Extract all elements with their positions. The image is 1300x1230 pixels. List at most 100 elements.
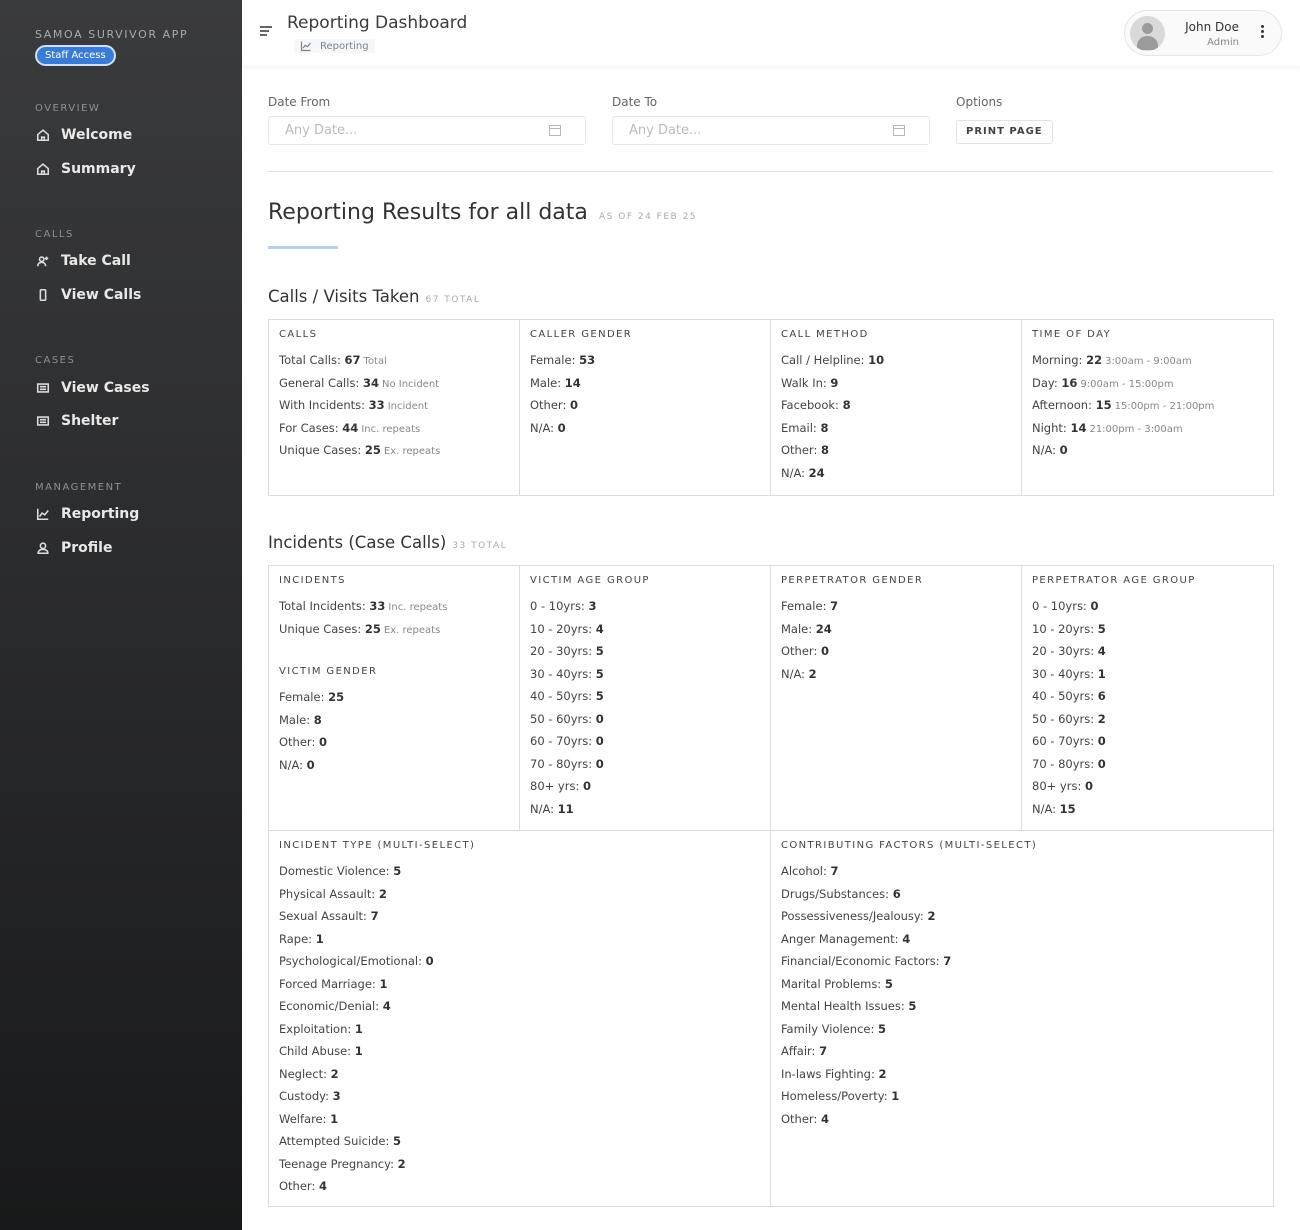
- stat-value: 33: [368, 398, 385, 412]
- stat-value: 0: [1097, 756, 1106, 771]
- sidebar-item-welcome[interactable]: Welcome: [35, 122, 132, 148]
- date-to-field[interactable]: Any Date...: [612, 116, 930, 145]
- stat-row: Financial/Economic Factors: 7: [781, 954, 1263, 977]
- stat-row: 40 - 50yrs: 5: [530, 689, 760, 712]
- stat-row: Male: 24: [781, 622, 1011, 645]
- stat-label: Female:: [279, 690, 329, 704]
- stat-row: 0 - 10yrs: 0: [1032, 599, 1263, 622]
- calendar-icon[interactable]: [549, 125, 561, 136]
- stat-label: Male:: [530, 375, 565, 390]
- column-heading: CONTRIBUTING FACTORS (MULTI-SELECT): [781, 840, 1038, 851]
- stat-row: Forced Marriage: 1: [279, 977, 760, 1000]
- sidebar-item-view-cases[interactable]: View Cases: [35, 375, 150, 401]
- call-method-column: CALL METHOD Call / Helpline: 10 Walk In: 9…: [771, 320, 1022, 495]
- sidebar-item-take-call[interactable]: Take Call: [35, 248, 131, 274]
- stat-label: Other:: [781, 644, 821, 658]
- stat-value: 6: [892, 886, 901, 901]
- breadcrumb[interactable]: Reporting: [294, 39, 375, 53]
- stat-value: 4: [595, 621, 604, 636]
- stat-value: 2: [378, 886, 387, 901]
- stat-value: 9: [830, 375, 839, 390]
- stat-row: 80+ yrs: 0: [1032, 779, 1263, 802]
- stat-row: Possessiveness/Jealousy: 2: [781, 909, 1263, 932]
- column-heading: CALL METHOD: [781, 329, 869, 340]
- stat-note: Inc. repeats: [388, 602, 448, 613]
- stat-value: 0: [425, 954, 434, 968]
- stat-value: 6: [1097, 689, 1106, 703]
- accent-bar: [268, 246, 338, 249]
- stat-row: Affair: 7: [781, 1044, 1263, 1067]
- stat-value: 22: [1086, 353, 1103, 367]
- list-icon: [35, 413, 51, 429]
- stat-note: 3:00am - 9:00am: [1105, 356, 1192, 367]
- stat-row: Rape: 1: [279, 932, 760, 955]
- stat-label: Domestic Violence:: [279, 864, 394, 878]
- more-options-icon[interactable]: [1261, 25, 1265, 41]
- stat-label: N/A:: [279, 757, 307, 772]
- stat-label: Exploitation:: [279, 1021, 355, 1036]
- stat-value: 4: [318, 1179, 327, 1193]
- sidebar-item-view-calls[interactable]: View Calls: [35, 282, 141, 308]
- stat-label: Unique Cases:: [279, 621, 365, 636]
- stat-label: Custody:: [279, 1089, 333, 1103]
- stat-row: Day: 16 9:00am - 15:00pm: [1032, 376, 1263, 399]
- calendar-icon[interactable]: [893, 125, 905, 136]
- sidebar-item-reporting[interactable]: Reporting: [35, 501, 139, 527]
- stat-note: Incident: [387, 401, 429, 412]
- sidebar-item-profile[interactable]: Profile: [35, 535, 112, 561]
- stat-row: Child Abuse: 1: [279, 1044, 760, 1067]
- stat-label: Male:: [279, 712, 314, 727]
- print-page-button[interactable]: PRINT PAGE: [956, 120, 1053, 144]
- stat-value: 15: [1095, 398, 1112, 412]
- stat-value: 3: [588, 599, 597, 613]
- sidebar-item-summary[interactable]: Summary: [35, 156, 136, 182]
- stat-note: Ex. repeats: [383, 446, 441, 457]
- stat-value: 1: [1097, 666, 1106, 681]
- incidents-section-title: Incidents (Case Calls) 33 TOTAL: [268, 533, 507, 552]
- stat-row: Facebook: 8: [781, 398, 1011, 421]
- stat-row: 20 - 30yrs: 5: [530, 644, 760, 667]
- stat-row: Alcohol: 7: [781, 864, 1263, 887]
- stat-value: 5: [1097, 621, 1106, 636]
- calls-grid: CALLS Total Calls: 67 Total General Calls: …: [268, 319, 1274, 496]
- calls-section-title: Calls / Visits Taken 67 TOTAL: [268, 287, 480, 306]
- stat-label: Drugs/Substances:: [781, 886, 893, 901]
- stat-value: 1: [379, 976, 388, 991]
- stat-row: Other: 4: [279, 1179, 760, 1202]
- stat-row: Other: 0: [781, 644, 1011, 667]
- user-role: Admin: [1207, 37, 1239, 48]
- stat-label: Physical Assault:: [279, 886, 379, 901]
- stat-row: Email: 8: [781, 421, 1011, 444]
- page-title: Reporting Dashboard: [287, 13, 468, 33]
- stat-label: Other:: [781, 443, 821, 457]
- stat-row: Other: 0: [530, 398, 760, 421]
- stat-label: Facebook:: [781, 398, 843, 412]
- stat-label: Affair:: [781, 1044, 820, 1058]
- user-menu[interactable]: John Doe Admin: [1124, 10, 1282, 56]
- stat-value: 10: [868, 353, 885, 367]
- menu-toggle-icon[interactable]: [260, 26, 272, 38]
- stat-note: 9:00am - 15:00pm: [1080, 378, 1174, 390]
- stat-row: 30 - 40yrs: 1: [1032, 667, 1263, 690]
- stat-row: Unique Cases: 25 Ex. repeats: [279, 443, 509, 466]
- stat-row: Sexual Assault: 7: [279, 909, 760, 932]
- stat-value: 2: [1097, 711, 1106, 726]
- calls-column: CALLS Total Calls: 67 Total General Calls: …: [269, 320, 520, 495]
- perpetrator-age-column: PERPETRATOR AGE GROUP 0 - 10yrs: 0 10 - 20…: [1022, 566, 1273, 830]
- contributing-factors-column: CONTRIBUTING FACTORS (MULTI-SELECT) Alcoh…: [771, 831, 1273, 1206]
- stat-row: 10 - 20yrs: 4: [530, 622, 760, 645]
- stat-value: 7: [830, 864, 839, 878]
- date-from-field[interactable]: Any Date...: [268, 116, 586, 145]
- stat-value: 53: [579, 353, 596, 367]
- column-heading: CALLER GENDER: [530, 329, 633, 340]
- sidebar-item-shelter[interactable]: Shelter: [35, 408, 118, 434]
- stat-value: 15: [1059, 801, 1076, 816]
- stat-value: 3: [332, 1089, 341, 1103]
- stat-label: 50 - 60yrs:: [530, 711, 596, 726]
- time-of-day-column: TIME OF DAY Morning: 22 3:00am - 9:00am Day…: [1022, 320, 1273, 495]
- stat-label: Mental Health Issues:: [781, 999, 909, 1013]
- stat-value: 5: [595, 666, 604, 681]
- stat-row: Marital Problems: 5: [781, 977, 1263, 1000]
- stat-row: Night: 14 21:00pm - 3:00am: [1032, 421, 1263, 444]
- stat-label: 20 - 30yrs:: [1032, 644, 1098, 658]
